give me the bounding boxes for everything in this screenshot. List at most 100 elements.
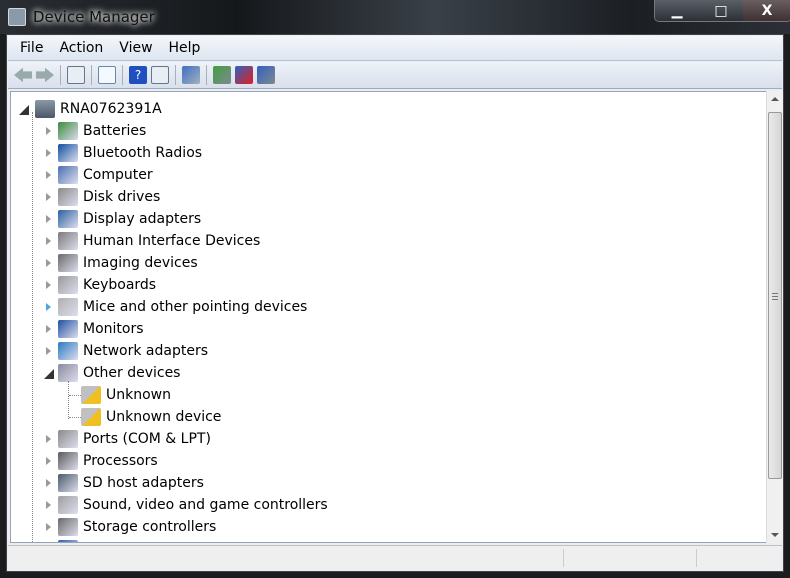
tree-item[interactable]: Human Interface Devices: [58, 231, 260, 251]
expand-arrow[interactable]: [46, 193, 51, 201]
title-bar: Device Manager ▁ □ X: [0, 0, 790, 34]
expand-arrow[interactable]: [46, 149, 51, 157]
tree-line: [69, 395, 81, 396]
tree-item-label: Keyboards: [83, 277, 157, 293]
unknown-device-warning-icon: [81, 386, 101, 404]
network-adapters-icon: [58, 342, 78, 360]
other-devices-icon: [58, 364, 78, 382]
tree-item[interactable]: Imaging devices: [58, 253, 198, 273]
tree-item-label: Mice and other pointing devices: [83, 299, 308, 315]
menu-view[interactable]: View: [111, 40, 160, 56]
imaging-devices-icon: [58, 254, 78, 272]
tree-item[interactable]: Ports (COM & LPT): [58, 429, 211, 449]
scroll-down-arrow[interactable]: [771, 533, 779, 537]
tree-item-label: Network adapters: [83, 343, 208, 359]
device-tree[interactable]: RNA0762391A Batteries Bluetooth Radios Comp…: [10, 91, 766, 543]
tree-item-label: Human Interface Devices: [83, 233, 261, 249]
show-action-pane-icon[interactable]: [151, 66, 169, 84]
scroll-up-arrow[interactable]: [771, 97, 779, 101]
menu-action[interactable]: Action: [51, 40, 111, 56]
help-icon[interactable]: ?: [129, 66, 147, 84]
tree-item[interactable]: Monitors: [58, 319, 144, 339]
tree-child-item[interactable]: Unknown: [81, 385, 171, 405]
minimize-button[interactable]: ▁: [655, 0, 699, 21]
update-driver-icon[interactable]: [213, 66, 231, 84]
menu-file[interactable]: File: [12, 40, 51, 56]
display-adapters-icon: [58, 210, 78, 228]
tree-item-label: Storage controllers: [83, 519, 217, 535]
forward-icon[interactable]: [36, 67, 54, 83]
ports-com-lpt-icon: [58, 430, 78, 448]
tree-item[interactable]: System devices: [58, 539, 193, 542]
properties-icon[interactable]: [98, 66, 116, 84]
mice-and-other-pointing-devices-icon: [58, 298, 78, 316]
show-hide-console-tree-icon[interactable]: [67, 66, 85, 84]
expand-arrow[interactable]: [46, 479, 51, 487]
collapse-arrow[interactable]: [44, 369, 54, 379]
expand-arrow[interactable]: [46, 523, 51, 531]
tree-item[interactable]: Sound, video and game controllers: [58, 495, 328, 515]
expand-arrow[interactable]: [46, 303, 51, 311]
tree-item[interactable]: Other devices: [58, 363, 180, 383]
tree-item-label: Disk drives: [83, 189, 161, 205]
expand-arrow[interactable]: [46, 347, 51, 355]
processors-icon: [58, 452, 78, 470]
tree-item-label: Computer: [83, 167, 153, 183]
tree-item[interactable]: Display adapters: [58, 209, 201, 229]
disable-icon[interactable]: [257, 66, 275, 84]
sd-host-adapters-icon: [58, 474, 78, 492]
expand-arrow[interactable]: [46, 457, 51, 465]
expand-arrow[interactable]: [46, 259, 51, 267]
tree-root[interactable]: RNA0762391A: [35, 99, 162, 119]
tree-item[interactable]: Bluetooth Radios: [58, 143, 202, 163]
expand-arrow[interactable]: [46, 325, 51, 333]
expand-arrow[interactable]: [46, 281, 51, 289]
computer-icon: [58, 166, 78, 184]
scan-hardware-icon[interactable]: [182, 66, 200, 84]
tree-item[interactable]: Batteries: [58, 121, 146, 141]
tree-item-label: Bluetooth Radios: [83, 145, 203, 161]
toolbar: ?: [8, 62, 782, 89]
vertical-scrollbar[interactable]: [766, 91, 783, 543]
tree-item-label: SD host adapters: [83, 475, 204, 491]
tree-item[interactable]: SD host adapters: [58, 473, 204, 493]
close-button[interactable]: X: [743, 0, 790, 21]
tree-item-label: Display adapters: [83, 211, 202, 227]
tree-item[interactable]: Computer: [58, 165, 153, 185]
computer-icon: [35, 100, 55, 118]
disk-drives-icon: [58, 188, 78, 206]
tree-item[interactable]: Disk drives: [58, 187, 160, 207]
tree-item-label: Other devices: [83, 365, 181, 381]
tree-item-label: Processors: [83, 453, 158, 469]
tree-item[interactable]: Processors: [58, 451, 158, 471]
tree-item-label: Monitors: [83, 321, 144, 337]
tree-line: [68, 381, 69, 419]
expand-arrow[interactable]: [46, 215, 51, 223]
tree-item[interactable]: Storage controllers: [58, 517, 216, 537]
expand-arrow[interactable]: [46, 501, 51, 509]
back-icon[interactable]: [14, 67, 32, 83]
tree-item-label: Batteries: [83, 123, 147, 139]
expand-arrow[interactable]: [46, 435, 51, 443]
tree-item[interactable]: Mice and other pointing devices: [58, 297, 307, 317]
tree-item[interactable]: Network adapters: [58, 341, 208, 361]
maximize-button[interactable]: □: [699, 0, 743, 21]
tree-item-label: Ports (COM & LPT): [83, 431, 211, 447]
uninstall-icon[interactable]: [235, 66, 253, 84]
menu-bar: File Action View Help: [8, 36, 782, 61]
collapse-arrow[interactable]: [19, 105, 29, 115]
expand-arrow[interactable]: [46, 171, 51, 179]
tree-item[interactable]: Keyboards: [58, 275, 156, 295]
scroll-thumb[interactable]: [768, 112, 782, 479]
expand-arrow[interactable]: [46, 127, 51, 135]
monitors-icon: [58, 320, 78, 338]
system-devices-icon: [58, 540, 78, 542]
menu-help[interactable]: Help: [161, 40, 209, 56]
expand-arrow[interactable]: [46, 237, 51, 245]
unknown-device-warning-icon: [81, 408, 101, 426]
tree-line: [32, 112, 33, 542]
human-interface-devices-icon: [58, 232, 78, 250]
tree-child-item[interactable]: Unknown device: [81, 407, 221, 427]
tree-item-label: System devices: [83, 541, 193, 542]
root-label: RNA0762391A: [60, 101, 162, 117]
